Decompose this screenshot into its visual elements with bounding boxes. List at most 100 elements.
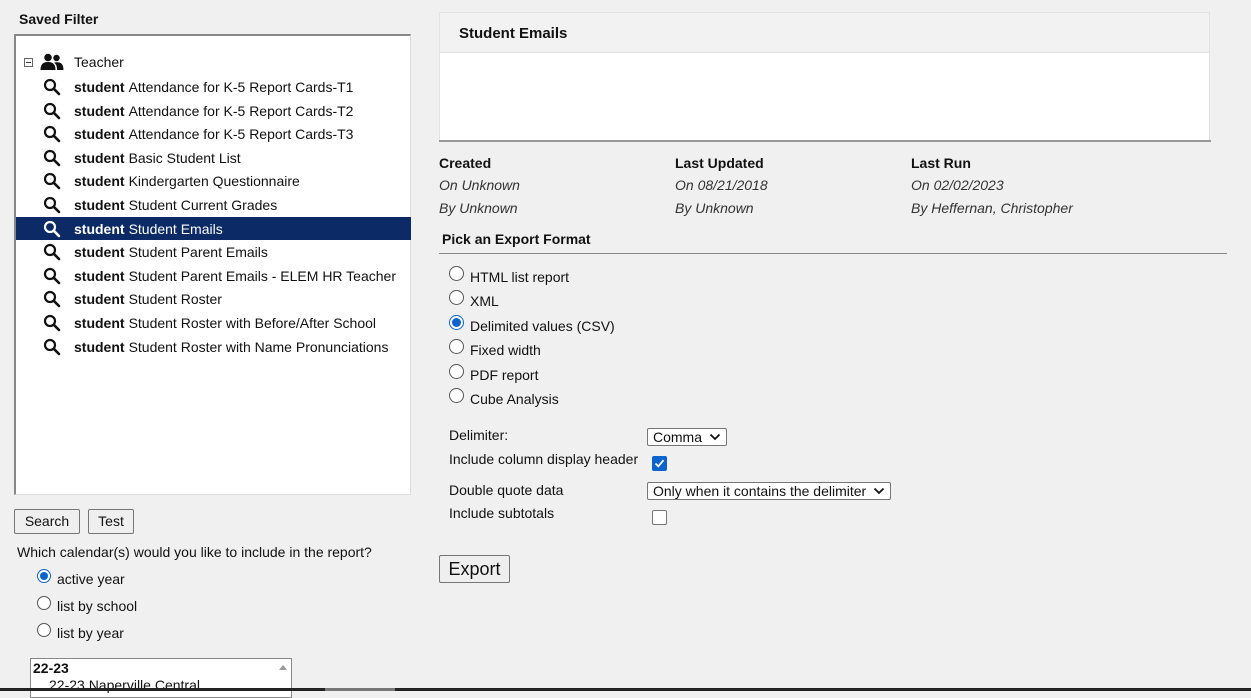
item-label: Student Current Grades — [128, 196, 278, 213]
search-icon — [43, 102, 61, 120]
last-run-on: On 02/02/2023 — [911, 177, 1004, 193]
saved-filter-item[interactable]: student Student Roster — [16, 287, 411, 310]
item-label: Student Emails — [128, 220, 223, 237]
created-by: By Unknown — [439, 200, 518, 216]
search-icon — [43, 338, 61, 356]
people-icon — [40, 53, 64, 70]
format-radio-csv[interactable] — [449, 315, 464, 330]
search-icon — [43, 314, 61, 332]
calendar-option-label: list by school — [57, 598, 138, 614]
saved-filter-item[interactable]: student Student Parent Emails — [16, 240, 411, 263]
saved-filter-item[interactable]: student Attendance for K-5 Report Cards-T… — [16, 99, 411, 122]
calendar-listbox[interactable]: 22-23 22-23 Naperville Central — [30, 658, 292, 698]
test-button[interactable]: Test — [88, 509, 134, 534]
export-button[interactable]: Export — [439, 555, 510, 583]
last-updated-on: On 08/21/2018 — [675, 177, 768, 193]
header-label: Include column display header — [449, 451, 639, 467]
item-prefix: student — [74, 125, 125, 142]
saved-filter-item[interactable]: student Student Parent Emails - ELEM HR T… — [16, 264, 411, 287]
item-label: Attendance for K-5 Report Cards-T2 — [128, 102, 354, 119]
item-prefix: student — [74, 338, 125, 355]
calendar-radio-active-year[interactable] — [37, 569, 51, 583]
search-icon — [43, 125, 61, 143]
created-on: On Unknown — [439, 177, 520, 193]
collapse-icon[interactable] — [24, 57, 33, 67]
item-prefix: student — [74, 243, 125, 260]
delimiter-select[interactable]: Comma — [647, 428, 727, 446]
report-card: Student Emails — [439, 12, 1210, 141]
format-label: Delimited values (CSV) — [470, 318, 615, 334]
item-prefix: student — [74, 267, 125, 284]
divider — [439, 140, 1211, 142]
calendar-option-label: list by year — [57, 625, 124, 641]
item-prefix: student — [74, 196, 125, 213]
item-prefix: student — [74, 172, 125, 189]
item-prefix: student — [74, 290, 125, 307]
include-subtotals-checkbox[interactable] — [652, 510, 667, 525]
format-radio-xml[interactable] — [449, 290, 464, 305]
item-prefix: student — [74, 102, 125, 119]
report-title: Student Emails — [459, 25, 568, 42]
search-icon — [43, 196, 61, 214]
item-label: Attendance for K-5 Report Cards-T3 — [128, 125, 354, 142]
saved-filter-title: Saved Filter — [19, 11, 99, 27]
search-icon — [43, 290, 61, 308]
saved-filter-item[interactable]: student Student Roster with Name Pronunci… — [16, 335, 411, 358]
search-icon — [43, 149, 61, 167]
format-label: Cube Analysis — [470, 391, 559, 407]
last-run-heading: Last Run — [911, 155, 971, 171]
item-label: Student Parent Emails — [128, 243, 268, 260]
format-label: Fixed width — [470, 342, 541, 358]
saved-filter-item[interactable]: student Student Roster with Before/After … — [16, 311, 411, 334]
item-label: Student Roster with Before/After School — [128, 314, 377, 331]
last-run-by: By Heffernan, Christopher — [911, 200, 1073, 216]
search-icon — [43, 220, 61, 238]
calendar-radio-list-by-year[interactable] — [37, 623, 51, 637]
item-label: Student Roster with Name Pronunciations — [128, 338, 389, 355]
format-radio-pdf[interactable] — [449, 364, 464, 379]
calendar-group-label: 22-23 — [33, 660, 69, 676]
created-heading: Created — [439, 155, 492, 171]
calendar-option-label: active year — [57, 571, 125, 587]
item-prefix: student — [74, 78, 125, 95]
divider — [439, 253, 1227, 254]
item-prefix: student — [74, 314, 125, 331]
saved-filter-tree[interactable]: Teacher student Attendance for K-5 Report… — [14, 34, 411, 495]
item-label: Student Parent Emails - ELEM HR Teacher — [128, 267, 396, 284]
format-label: XML — [470, 293, 499, 309]
search-icon — [43, 78, 61, 96]
chevron-down-icon — [709, 433, 721, 441]
checkmark-icon — [654, 459, 665, 468]
saved-filter-item[interactable]: student Student Emails — [16, 217, 411, 240]
format-label: HTML list report — [470, 269, 570, 285]
saved-filter-item[interactable]: student Student Current Grades — [16, 193, 411, 216]
double-quote-select[interactable]: Only when it contains the delimiter — [647, 482, 891, 500]
format-radio-html[interactable] — [449, 266, 464, 281]
tree-root-teacher[interactable]: Teacher — [24, 52, 124, 72]
chevron-down-icon — [873, 487, 885, 495]
item-prefix: student — [74, 220, 125, 237]
format-radio-cube[interactable] — [449, 388, 464, 403]
export-format-title: Pick an Export Format — [442, 231, 591, 247]
report-card-header: Student Emails — [440, 13, 1209, 53]
quote-label: Double quote data — [449, 482, 564, 498]
item-label: Student Roster — [128, 290, 222, 307]
double-quote-value: Only when it contains the delimiter — [653, 483, 867, 499]
saved-filter-item[interactable]: student Kindergarten Questionnaire — [16, 169, 411, 192]
search-icon — [43, 172, 61, 190]
include-header-checkbox[interactable] — [652, 456, 667, 471]
format-radio-fixed-width[interactable] — [449, 339, 464, 354]
format-label: PDF report — [470, 367, 539, 383]
search-button[interactable]: Search — [14, 509, 80, 534]
search-icon — [43, 243, 61, 261]
saved-filter-item[interactable]: student Basic Student List — [16, 146, 411, 169]
item-label: Kindergarten Questionnaire — [128, 172, 300, 189]
calendar-radio-list-by-school[interactable] — [37, 596, 51, 610]
last-updated-heading: Last Updated — [675, 155, 764, 171]
saved-filter-item[interactable]: student Attendance for K-5 Report Cards-T… — [16, 75, 411, 98]
delimiter-value: Comma — [653, 429, 703, 445]
last-updated-by: By Unknown — [675, 200, 754, 216]
search-icon — [43, 267, 61, 285]
saved-filter-item[interactable]: student Attendance for K-5 Report Cards-T… — [16, 122, 411, 145]
scroll-up-arrow-icon[interactable] — [279, 665, 287, 670]
